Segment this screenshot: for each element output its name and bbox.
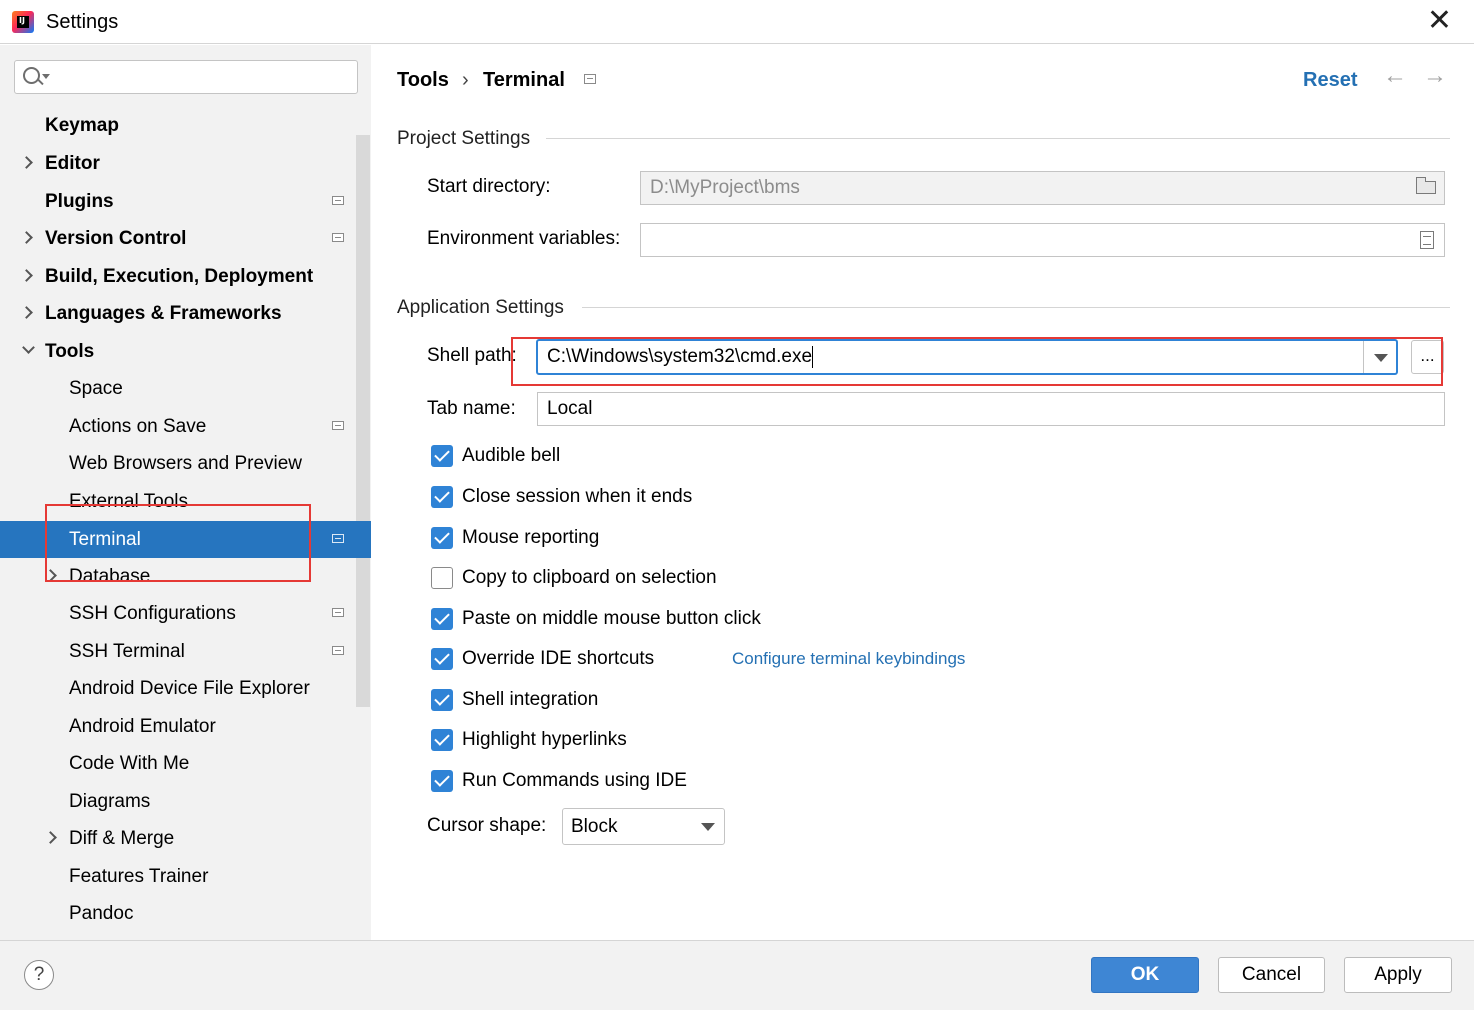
shell-path-label: Shell path: [427, 345, 517, 366]
settings-sidebar: Keymap Editor Plugins Version Control Bu… [0, 45, 371, 940]
chevron-right-icon[interactable] [20, 156, 33, 169]
folder-icon[interactable] [1416, 177, 1436, 194]
checkbox-checked-icon[interactable] [431, 770, 453, 792]
sidebar-item-build-execution-deployment[interactable]: Build, Execution, Deployment [0, 258, 371, 295]
sidebar-item-external-tools[interactable]: External Tools [0, 483, 371, 520]
chevron-right-icon[interactable] [44, 569, 57, 582]
sidebar-item-tools[interactable]: Tools [0, 333, 371, 370]
sidebar-item-code-with-me[interactable]: Code With Me [0, 745, 371, 782]
project-level-icon [332, 196, 344, 205]
sidebar-item-database[interactable]: Database [0, 558, 371, 595]
forward-arrow-icon[interactable]: → [1423, 62, 1447, 90]
tab-name-label: Tab name: [427, 398, 516, 419]
chevron-right-icon[interactable] [20, 231, 33, 244]
cursor-shape-select[interactable]: Block [562, 808, 725, 845]
chevron-down-icon [1374, 354, 1388, 362]
chevron-right-icon[interactable] [44, 831, 57, 844]
breadcrumb-separator: › [462, 69, 469, 91]
breadcrumb-terminal: Terminal [483, 69, 565, 91]
cursor-shape-label: Cursor shape: [427, 815, 547, 836]
sidebar-item-ssh-terminal[interactable]: SSH Terminal [0, 633, 371, 670]
project-level-icon [332, 233, 344, 242]
intellij-app-icon: IJ [12, 11, 34, 33]
sidebar-item-plugins[interactable]: Plugins [0, 183, 371, 220]
checkbox-checked-icon[interactable] [431, 486, 453, 508]
search-history-caret-icon[interactable] [42, 74, 50, 79]
section-divider [546, 138, 1450, 139]
sidebar-item-terminal[interactable]: Terminal [0, 521, 371, 558]
sidebar-item-diagrams[interactable]: Diagrams [0, 783, 371, 820]
sidebar-item-keymap[interactable]: Keymap [0, 107, 371, 144]
environment-variables-label: Environment variables: [427, 228, 621, 249]
settings-content: Tools › Terminal Reset ← → Project Setti… [371, 45, 1474, 940]
apply-button[interactable]: Apply [1344, 957, 1452, 993]
search-input[interactable] [14, 60, 358, 94]
checkbox-checked-icon[interactable] [431, 729, 453, 751]
project-level-icon [332, 421, 344, 430]
sidebar-item-web-browsers-and-preview[interactable]: Web Browsers and Preview [0, 445, 371, 482]
breadcrumb-tools[interactable]: Tools [397, 69, 449, 92]
chevron-down-icon[interactable] [22, 341, 35, 354]
sidebar-item-editor[interactable]: Editor [0, 145, 371, 182]
close-icon[interactable]: ✕ [1427, 6, 1452, 36]
project-level-icon [332, 646, 344, 655]
tab-name-input[interactable]: Local [537, 392, 1445, 426]
checkbox-checked-icon[interactable] [431, 445, 453, 467]
project-level-icon [332, 608, 344, 617]
sidebar-item-space[interactable]: Space [0, 370, 371, 407]
project-level-icon [332, 534, 344, 543]
section-divider [582, 307, 1450, 308]
shell-path-input[interactable]: C:\Windows\system32\cmd.exe [547, 346, 812, 367]
dialog-footer: ? OK Cancel Apply [0, 940, 1474, 1010]
sidebar-item-features-trainer[interactable]: Features Trainer [0, 858, 371, 895]
sidebar-item-version-control[interactable]: Version Control [0, 220, 371, 257]
start-directory-label: Start directory: [427, 176, 551, 197]
browse-shell-button[interactable]: ... [1411, 340, 1444, 374]
sidebar-item-android-emulator[interactable]: Android Emulator [0, 708, 371, 745]
reset-link[interactable]: Reset [1303, 69, 1357, 92]
project-level-icon [584, 74, 596, 84]
sidebar-item-diff-merge[interactable]: Diff & Merge [0, 820, 371, 857]
edit-variables-icon[interactable] [1420, 231, 1434, 249]
title-bar: IJ Settings ✕ [0, 0, 1474, 44]
window-title: Settings [46, 11, 119, 33]
start-directory-field[interactable]: D:\MyProject\bms [640, 171, 1445, 205]
chevron-right-icon[interactable] [20, 269, 33, 282]
chevron-right-icon[interactable] [20, 306, 33, 319]
back-arrow-icon[interactable]: ← [1383, 62, 1407, 90]
help-icon[interactable]: ? [24, 960, 54, 990]
search-icon [23, 67, 40, 84]
sidebar-item-ssh-configurations[interactable]: SSH Configurations [0, 595, 371, 632]
checkbox-unchecked-icon[interactable] [431, 567, 453, 589]
cancel-button[interactable]: Cancel [1218, 957, 1325, 993]
checkbox-checked-icon[interactable] [431, 689, 453, 711]
ok-button[interactable]: OK [1091, 957, 1199, 993]
sidebar-item-actions-on-save[interactable]: Actions on Save [0, 408, 371, 445]
project-settings-title: Project Settings [397, 128, 531, 149]
environment-variables-field[interactable] [640, 223, 1445, 257]
configure-keybindings-link[interactable]: Configure terminal keybindings [732, 644, 965, 674]
chevron-down-icon [701, 823, 715, 831]
text-cursor [812, 345, 814, 368]
sidebar-item-android-device-file-explorer[interactable]: Android Device File Explorer [0, 670, 371, 707]
shell-path-dropdown-button[interactable] [1363, 341, 1396, 373]
sidebar-item-languages-frameworks[interactable]: Languages & Frameworks [0, 295, 371, 332]
shell-path-combobox[interactable]: C:\Windows\system32\cmd.exe [536, 339, 1398, 375]
checkbox-checked-icon[interactable] [431, 608, 453, 630]
application-settings-title: Application Settings [397, 297, 564, 318]
sidebar-item-pandoc[interactable]: Pandoc [0, 895, 371, 932]
checkbox-checked-icon[interactable] [431, 648, 453, 670]
checkbox-checked-icon[interactable] [431, 527, 453, 549]
